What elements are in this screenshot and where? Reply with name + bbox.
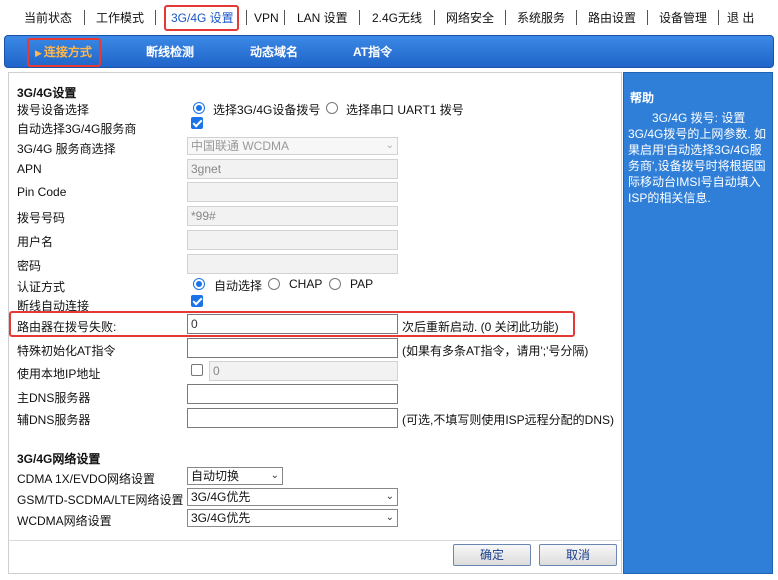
highlight-box-subtab	[27, 38, 101, 67]
auto-provider-checkbox[interactable]	[191, 117, 203, 129]
auth-pap-radio[interactable]	[329, 278, 341, 290]
gsm-select[interactable]: 3G/4G优先 ⌄	[187, 488, 398, 506]
nav-separator	[284, 10, 285, 25]
init-at-input[interactable]	[187, 338, 398, 358]
secondary-dns-hint: (可选,不填写则使用ISP远程分配的DNS)	[402, 413, 615, 427]
tab-dynamic-dns[interactable]: 动态域名	[250, 36, 298, 69]
auth-auto-radio-label: 自动选择	[214, 279, 263, 293]
top-navigation: 当前状态 工作模式 3G/4G 设置 VPN LAN 设置 2.4G无线 网络安…	[0, 0, 778, 34]
auth-auto-radio[interactable]	[193, 278, 205, 290]
dial-number-input[interactable]	[187, 206, 398, 226]
wcdma-label: WCDMA网络设置	[17, 514, 112, 528]
apn-input[interactable]	[187, 159, 398, 179]
auth-pap-radio-label: PAP	[350, 277, 374, 291]
wcdma-select-value: 3G/4G优先	[191, 511, 251, 525]
dial-uart-radio[interactable]	[326, 102, 338, 114]
primary-dns-input[interactable]	[187, 384, 398, 404]
cdma-select-value: 自动切换	[191, 469, 240, 483]
provider-select-value: 中国联通 WCDMA	[191, 139, 289, 153]
nav-separator	[647, 10, 648, 25]
cdma-select[interactable]: 自动切换 ⌄	[187, 467, 283, 485]
sub-tab-bar: ▶ 连接方式 断线检测 动态域名 AT指令	[4, 35, 774, 68]
help-text: 3G/4G 拨号: 设置3G/4G拨号的上网参数. 如果启用'自动选择3G/4G…	[628, 111, 767, 205]
auto-provider-label: 自动选择3G/4G服务商	[17, 122, 137, 136]
nav-routing-settings[interactable]: 路由设置	[588, 9, 636, 27]
auth-chap-radio-label: CHAP	[289, 277, 323, 291]
auto-reconnect-checkbox[interactable]	[191, 295, 203, 307]
chevron-down-icon: ⌄	[385, 512, 394, 523]
nav-separator	[84, 10, 85, 25]
nav-vpn[interactable]: VPN	[254, 9, 279, 27]
provider-label: 3G/4G 服务商选择	[17, 142, 116, 156]
dial-number-label: 拨号号码	[17, 211, 66, 225]
highlight-box-nav	[164, 5, 239, 31]
nav-network-security[interactable]: 网络安全	[446, 9, 494, 27]
pin-code-label: Pin Code	[17, 185, 67, 199]
nav-separator	[718, 10, 719, 25]
wcdma-select[interactable]: 3G/4G优先 ⌄	[187, 509, 398, 527]
provider-select[interactable]: 中国联通 WCDMA ⌄	[187, 137, 398, 155]
section-title-network: 3G/4G网络设置	[17, 452, 101, 466]
help-panel: 帮助 3G/4G 拨号: 设置3G/4G拨号的上网参数. 如果启用'自动选择3G…	[623, 72, 773, 574]
secondary-dns-label: 辅DNS服务器	[17, 413, 91, 427]
nav-separator	[576, 10, 577, 25]
cancel-button[interactable]: 取消	[539, 544, 617, 566]
local-ip-input[interactable]	[209, 361, 398, 381]
section-title-3g4g: 3G/4G设置	[17, 86, 77, 100]
local-ip-checkbox[interactable]	[191, 364, 203, 376]
nav-current-status[interactable]: 当前状态	[24, 9, 72, 27]
chevron-down-icon: ⌄	[270, 470, 279, 481]
init-at-hint: (如果有多条AT指令，请用';'号分隔)	[402, 344, 589, 358]
auth-chap-radio[interactable]	[268, 278, 280, 290]
nav-24g-wireless[interactable]: 2.4G无线	[372, 9, 422, 27]
highlight-box-reboot	[9, 311, 575, 337]
help-title: 帮助	[630, 91, 655, 105]
gsm-label: GSM/TD-SCDMA/LTE网络设置	[17, 493, 184, 507]
nav-separator	[505, 10, 506, 25]
secondary-dns-input[interactable]	[187, 408, 398, 428]
chevron-down-icon: ⌄	[385, 491, 394, 502]
username-input[interactable]	[187, 230, 398, 250]
nav-separator	[246, 10, 247, 25]
dial-device-label: 拨号设备选择	[17, 103, 90, 117]
nav-separator	[155, 10, 156, 25]
nav-lan-settings[interactable]: LAN 设置	[297, 9, 348, 27]
password-input[interactable]	[187, 254, 398, 274]
nav-work-mode[interactable]: 工作模式	[96, 9, 144, 27]
nav-system-services[interactable]: 系统服务	[517, 9, 565, 27]
dial-3g4g-radio-label: 选择3G/4G设备拨号	[213, 103, 321, 117]
chevron-down-icon: ⌄	[385, 140, 394, 151]
password-label: 密码	[17, 259, 42, 273]
nav-separator	[359, 10, 360, 25]
username-label: 用户名	[17, 235, 54, 249]
pin-code-input[interactable]	[187, 182, 398, 202]
local-ip-label: 使用本地IP地址	[17, 367, 101, 381]
confirm-button[interactable]: 确定	[453, 544, 531, 566]
tab-link-detection[interactable]: 断线检测	[146, 36, 194, 69]
dial-uart-radio-label: 选择串口 UART1 拨号	[346, 103, 464, 117]
init-at-label: 特殊初始化AT指令	[17, 344, 116, 358]
nav-separator	[434, 10, 435, 25]
nav-device-management[interactable]: 设备管理	[659, 9, 707, 27]
nav-logout[interactable]: 退 出	[727, 9, 754, 27]
dial-3g4g-radio[interactable]	[193, 102, 205, 114]
cdma-label: CDMA 1X/EVDO网络设置	[17, 472, 156, 486]
apn-label: APN	[17, 162, 42, 176]
gsm-select-value: 3G/4G优先	[191, 490, 251, 504]
divider	[8, 540, 622, 541]
auth-label: 认证方式	[17, 280, 66, 294]
primary-dns-label: 主DNS服务器	[17, 391, 91, 405]
tab-at-commands[interactable]: AT指令	[353, 36, 392, 69]
